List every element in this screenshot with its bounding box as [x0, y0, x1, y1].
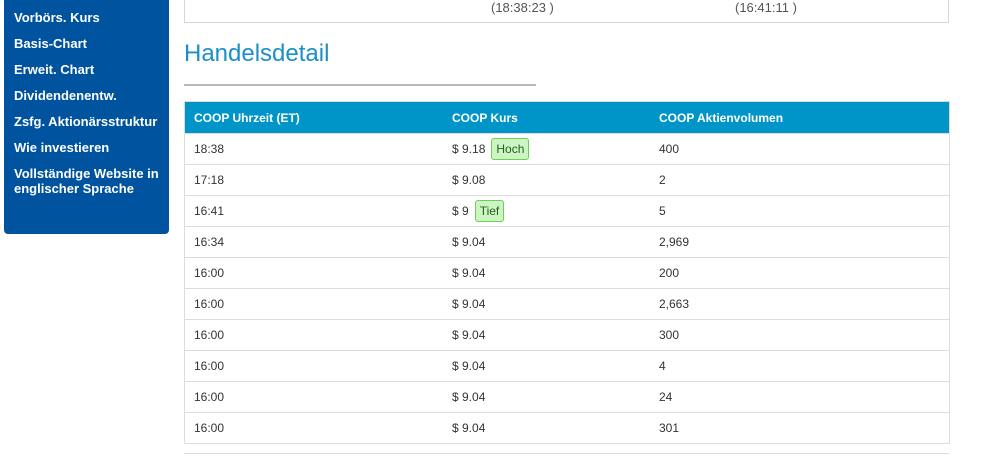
table-row: 17:18 $ 9.08 2 [184, 164, 950, 196]
trade-price: $ 9.04 [443, 412, 650, 444]
price-value: $ 9.18 [452, 142, 486, 156]
trade-price: $ 9.08 [443, 164, 650, 196]
sidebar-item-dividend-history[interactable]: Dividendenentw. [4, 84, 169, 110]
trade-volume: 4 [650, 350, 950, 382]
low-badge: Tief [474, 200, 505, 222]
trade-volume: 2,663 [650, 288, 950, 320]
trade-time: 17:18 [184, 164, 443, 196]
trade-volume: 400 [650, 133, 950, 165]
previous-trade-summary-box: (18:38:23 ) (16:41:11 ) [184, 0, 949, 23]
table-row: 16:00 $ 9.04 301 [184, 412, 950, 444]
sidebar-item-how-to-invest[interactable]: Wie investieren [4, 136, 169, 162]
table-row: 16:00 $ 9.04 4 [184, 350, 950, 382]
trade-price: $ 9.04 [443, 257, 650, 289]
trade-volume: 300 [650, 319, 950, 351]
price-value: $ 9.08 [452, 173, 486, 187]
trade-price: $ 9.04 [443, 319, 650, 351]
sidebar-item-english-site[interactable]: Vollständige Website in englischer Sprac… [4, 162, 169, 203]
low-trade-time: (16:41:11 ) [735, 0, 797, 15]
table-row: 16:00 $ 9.04 24 [184, 381, 950, 413]
table-row: 16:00 $ 9.04 200 [184, 257, 950, 289]
trade-price: $ 9.04 [443, 350, 650, 382]
trade-volume: 5 [650, 195, 950, 227]
trade-time: 16:00 [184, 257, 443, 289]
sidebar-item-ownership-summary[interactable]: Zsfg. Aktionärsstruktur [4, 110, 169, 136]
sidebar-item-basic-chart[interactable]: Basis-Chart [4, 32, 169, 58]
trade-time: 16:00 [184, 319, 443, 351]
title-underline [184, 84, 536, 86]
trade-time: 16:41 [184, 195, 443, 227]
table-row: 16:00 $ 9.04 300 [184, 319, 950, 351]
table-row: 16:34 $ 9.04 2,969 [184, 226, 950, 258]
trade-detail-table: COOP Uhrzeit (ET) COOP Kurs COOP Aktienv… [184, 101, 950, 444]
column-header-volume: COOP Aktienvolumen [659, 110, 784, 125]
column-header-time: COOP Uhrzeit (ET) [194, 110, 300, 125]
high-badge: Hoch [491, 138, 530, 160]
trade-price: $ 9.04 [443, 226, 650, 258]
trade-volume: 2,969 [650, 226, 950, 258]
trade-price: $ 9.04 [443, 381, 650, 413]
trade-price: $ 9 Tief [443, 195, 650, 227]
table-header-row: COOP Uhrzeit (ET) COOP Kurs COOP Aktienv… [184, 101, 950, 134]
trade-volume: 200 [650, 257, 950, 289]
high-trade-time: (18:38:23 ) [491, 0, 554, 15]
trade-volume: 24 [650, 381, 950, 413]
trade-time: 16:00 [184, 350, 443, 382]
page-title: Handelsdetail [184, 40, 330, 67]
sidebar-nav: Vorbörs. Kurs Basis-Chart Erweit. Chart … [4, 0, 169, 234]
trade-price: $ 9.18 Hoch [443, 133, 650, 165]
table-row: 16:41 $ 9 Tief 5 [184, 195, 950, 227]
table-row: 16:00 $ 9.04 2,663 [184, 288, 950, 320]
trade-volume: 2 [650, 164, 950, 196]
trade-price: $ 9.04 [443, 288, 650, 320]
sidebar-item-premarket-quote[interactable]: Vorbörs. Kurs [4, 6, 169, 32]
table-row: 18:38 $ 9.18 Hoch 400 [184, 133, 950, 165]
trade-volume: 301 [650, 412, 950, 444]
sidebar-item-advanced-chart[interactable]: Erweit. Chart [4, 58, 169, 84]
trade-time: 16:00 [184, 288, 443, 320]
column-header-price: COOP Kurs [452, 110, 518, 125]
trade-time: 18:38 [184, 133, 443, 165]
trade-time: 16:00 [184, 381, 443, 413]
price-value: $ 9 [452, 204, 469, 218]
trade-time: 16:00 [184, 412, 443, 444]
bottom-divider [184, 453, 949, 454]
trade-time: 16:34 [184, 226, 443, 258]
